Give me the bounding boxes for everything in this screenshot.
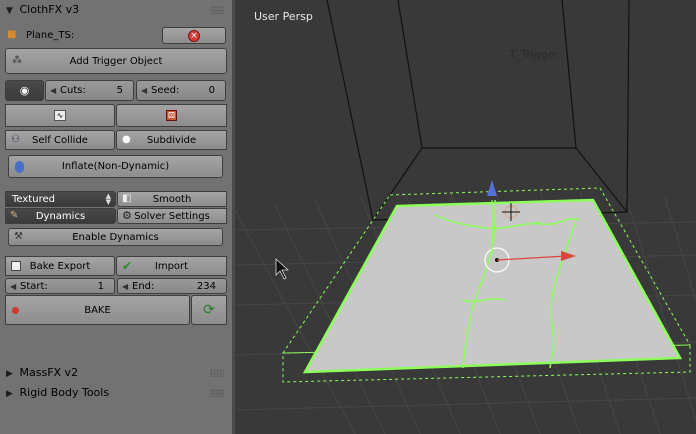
cuts-field[interactable]: ◀ Cuts: 5 bbox=[45, 80, 134, 101]
seed-value: 0 bbox=[208, 85, 215, 96]
bake-label: BAKE bbox=[84, 304, 111, 316]
view-label: User Persp bbox=[254, 10, 313, 23]
refresh-icon: ⟳ bbox=[203, 302, 215, 318]
cuts-label: Cuts: bbox=[60, 85, 86, 96]
close-icon: × bbox=[188, 29, 200, 42]
graph-icon: ∿ bbox=[54, 110, 66, 121]
add-trigger-object-button[interactable]: ⁂ Add Trigger Object bbox=[5, 48, 227, 74]
rigid-body-panel-header[interactable]: ▶ Rigid Body Tools bbox=[0, 383, 232, 403]
shading-select-value: Textured bbox=[12, 193, 55, 205]
enable-dynamics-button[interactable]: ⚒ Enable Dynamics bbox=[8, 228, 223, 246]
solver-settings-label: Solver Settings bbox=[134, 210, 210, 222]
dynamics-button[interactable]: ✎ Dynamics bbox=[5, 208, 116, 224]
drag-grip-icon[interactable] bbox=[210, 6, 224, 14]
end-label: End: bbox=[132, 280, 155, 292]
dice-icon: ⚄ bbox=[166, 110, 177, 121]
cube-icon: ■ bbox=[7, 29, 17, 40]
bake-button[interactable]: BAKE bbox=[5, 295, 190, 325]
graph-node-icon: ⁂ bbox=[12, 55, 22, 66]
save-icon bbox=[11, 261, 21, 271]
smooth-button[interactable]: ◧ Smooth bbox=[117, 191, 227, 207]
self-collide-button[interactable]: ⚇ Self Collide bbox=[5, 130, 115, 150]
decrement-arrow-icon[interactable]: ◀ bbox=[50, 86, 58, 95]
clothfx-panel-header[interactable]: ▼ ClothFX v3 bbox=[0, 0, 232, 20]
wand-icon: ⚒ bbox=[14, 231, 23, 242]
shading-select[interactable]: Textured ▲ ▼ bbox=[5, 191, 116, 207]
smooth-icon: ◧ bbox=[122, 193, 132, 204]
drag-grip-icon[interactable] bbox=[210, 389, 224, 397]
expand-triangle-icon[interactable]: ▶ bbox=[6, 364, 16, 384]
collide-icon: ⚇ bbox=[11, 134, 20, 145]
random-seed-button[interactable]: ⚄ bbox=[116, 104, 227, 127]
updown-arrows-icon: ▲ ▼ bbox=[105, 192, 111, 206]
dynamics-icon: ✎ bbox=[10, 210, 19, 221]
bake-export-button[interactable]: Bake Export bbox=[5, 256, 115, 276]
trigger-box-wireframe bbox=[326, 0, 630, 221]
drag-grip-icon[interactable] bbox=[210, 369, 224, 377]
clothfx-tool-panel: ▼ ClothFX v3 ■ Plane_TS: × ⁂ Add Trigger… bbox=[0, 0, 232, 434]
start-frame-field[interactable]: ◀ Start: 1 bbox=[5, 278, 115, 294]
seed-label: Seed: bbox=[151, 85, 180, 96]
seed-field[interactable]: ◀ Seed: 0 bbox=[136, 80, 226, 101]
refresh-button[interactable]: ⟳ bbox=[191, 295, 227, 325]
decrement-arrow-icon[interactable]: ◀ bbox=[122, 282, 130, 291]
enable-dynamics-label: Enable Dynamics bbox=[72, 231, 159, 243]
sphere-icon: ● bbox=[122, 134, 131, 145]
decrement-arrow-icon[interactable]: ◀ bbox=[10, 282, 18, 291]
gear-icon: ⚙ bbox=[122, 209, 132, 222]
checkmark-icon: ✔ bbox=[122, 259, 133, 273]
noise-graph-button[interactable]: ∿ bbox=[5, 104, 115, 127]
add-trigger-label: Add Trigger Object bbox=[69, 55, 163, 67]
import-label: Import bbox=[154, 260, 189, 272]
collapse-triangle-icon[interactable]: ▼ bbox=[6, 1, 16, 21]
visibility-toggle-button[interactable]: ◉ bbox=[5, 80, 44, 101]
balloon-icon bbox=[15, 161, 24, 173]
3d-viewport[interactable]: User Persp T_Trigger bbox=[235, 0, 696, 434]
massfx-header-label: MassFX v2 bbox=[19, 366, 79, 379]
inflate-label: Inflate(Non-Dynamic) bbox=[61, 161, 170, 172]
smooth-label: Smooth bbox=[152, 193, 192, 205]
rigid-header-label: Rigid Body Tools bbox=[19, 386, 110, 399]
start-label: Start: bbox=[20, 280, 48, 292]
remove-object-button[interactable]: × bbox=[162, 27, 226, 44]
start-value: 1 bbox=[97, 280, 104, 292]
mouse-cursor-icon bbox=[275, 258, 290, 280]
object-label: T_Trigger bbox=[509, 48, 560, 61]
inflate-button[interactable]: Inflate(Non-Dynamic) bbox=[8, 155, 223, 178]
subdivide-label: Subdivide bbox=[146, 134, 197, 146]
solver-settings-button[interactable]: ⚙ Solver Settings bbox=[117, 208, 227, 224]
subdivide-button[interactable]: ● Subdivide bbox=[116, 130, 227, 150]
object-name-label: Plane_TS: bbox=[26, 30, 75, 41]
viewport-scene bbox=[235, 0, 696, 434]
end-value: 234 bbox=[196, 280, 216, 292]
eye-icon: ◉ bbox=[19, 84, 30, 97]
decrement-arrow-icon[interactable]: ◀ bbox=[141, 86, 149, 95]
import-button[interactable]: ✔ Import bbox=[116, 256, 227, 276]
self-collide-label: Self Collide bbox=[32, 134, 88, 146]
record-icon bbox=[12, 307, 19, 314]
dynamics-label: Dynamics bbox=[35, 210, 86, 222]
massfx-panel-header[interactable]: ▶ MassFX v2 bbox=[0, 363, 232, 383]
end-frame-field[interactable]: ◀ End: 234 bbox=[117, 278, 227, 294]
cuts-value: 5 bbox=[116, 85, 123, 96]
bake-export-label: Bake Export bbox=[29, 260, 91, 272]
clothfx-header-label: ClothFX v3 bbox=[19, 3, 80, 16]
expand-triangle-icon[interactable]: ▶ bbox=[6, 384, 16, 404]
